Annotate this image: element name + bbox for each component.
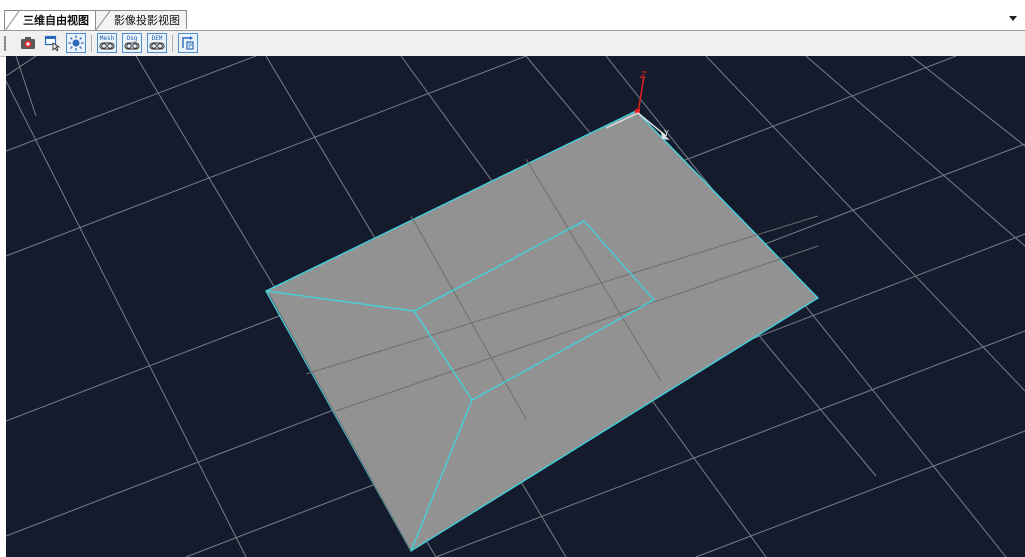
dem-toggle-button[interactable]: DEM [147,33,167,53]
tab-slant-decoration [96,11,111,30]
light-button[interactable] [66,33,86,53]
toggle-icon [124,42,140,50]
osg-toggle-button[interactable]: Osg [122,33,142,53]
view-tab-bar: 三维自由视图 影像投影视图 [0,0,1025,31]
tab-slant-decoration [5,11,20,30]
mesh-toggle-button[interactable]: Mesh [97,33,117,53]
svg-text:Y: Y [663,129,669,138]
rotate-view-button[interactable]: P [178,33,198,53]
toolbar-grip-handle[interactable] [4,36,6,51]
rotate-view-icon: P [182,36,194,50]
snapshot-button[interactable] [18,33,38,53]
select-cursor-icon [44,35,60,51]
3d-scene[interactable]: Z Y [6,56,1025,557]
tab-3d-free-view[interactable]: 三维自由视图 [4,10,96,30]
surface-plane[interactable] [265,110,820,552]
tab-label: 影像投影视图 [114,14,180,27]
3d-viewport[interactable]: Z Y [6,56,1025,557]
camera-icon [21,37,35,49]
tab-image-projection-view[interactable]: 影像投影视图 [95,10,187,30]
toggle-icon [99,42,115,50]
select-button[interactable] [42,33,62,53]
tab-list-dropdown-icon[interactable] [1009,16,1017,21]
tab-label: 三维自由视图 [23,14,89,27]
toggle-icon [149,42,165,50]
svg-text:P: P [188,43,192,50]
toolbar-separator [172,35,173,52]
svg-text:Z: Z [639,71,647,81]
view-toolbar: Mesh Osg DEM P [0,31,1025,57]
toolbar-separator [91,35,92,52]
sun-icon [68,35,84,51]
